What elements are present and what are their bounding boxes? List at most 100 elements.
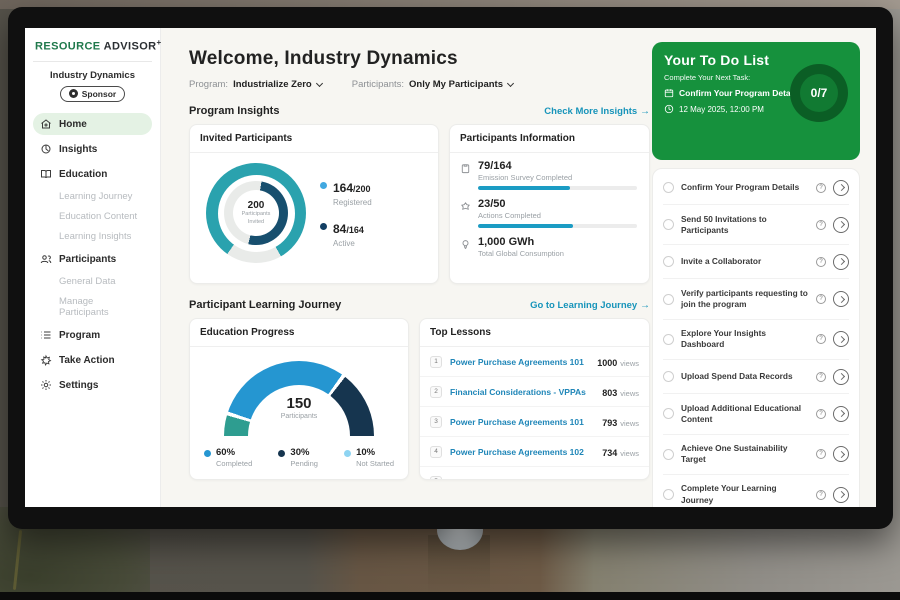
task-checkbox[interactable] (663, 294, 674, 305)
active-denominator: /164 (346, 225, 364, 235)
help-icon[interactable]: ? (816, 220, 826, 230)
task-checkbox[interactable] (663, 182, 674, 193)
sidebar-item-insights[interactable]: Insights (33, 138, 152, 160)
program-dropdown[interactable]: Program: Industrialize Zero (189, 79, 322, 90)
task-go-button[interactable] (833, 487, 849, 503)
task-checkbox[interactable] (663, 219, 674, 230)
task-checkbox[interactable] (663, 371, 674, 382)
lesson-link[interactable]: Power Purchase Agreements 101 (450, 357, 589, 367)
donut-center-label: Participants Invited (233, 211, 279, 225)
legend-active: 84/164 Active (320, 220, 372, 248)
education-progress-card: Education Progress 150 Participants 60% (189, 318, 409, 480)
logo-resource: RESOURCE (35, 41, 101, 53)
top-lessons-card: Top Lessons 1 Power Purchase Agreements … (419, 318, 650, 480)
stat-label: Actions Completed (478, 211, 637, 220)
todo-tasks-card: Confirm Your Program Details ? Send 50 I… (652, 168, 860, 507)
task-go-button[interactable] (833, 369, 849, 385)
sidebar-item-learning-insights[interactable]: Learning Insights (33, 227, 152, 247)
task-row: Complete Your Learning Journey ? (663, 475, 849, 507)
views-count: 600 (602, 478, 617, 481)
gauge-center-label: Participants (224, 413, 374, 420)
views-suffix: views (620, 389, 639, 398)
sidebar-item-general-data[interactable]: General Data (33, 272, 152, 292)
task-checkbox[interactable] (663, 334, 674, 345)
sidebar-item-manage-participants[interactable]: Manage Participants (33, 292, 152, 323)
lesson-link[interactable]: Power Purchase Agreements 102 (450, 447, 594, 457)
stat-label: Emission Survey Completed (478, 173, 637, 182)
views-count: 803 (602, 388, 617, 398)
task-go-button[interactable] (833, 446, 849, 462)
registered-value: 164 (333, 181, 353, 195)
sidebar-item-education-content[interactable]: Education Content (33, 207, 152, 227)
sidebar-item-education[interactable]: Education (33, 163, 152, 185)
invited-chart-body: 200 Participants Invited 164/200 Registe (190, 153, 438, 263)
program-insights-header: Program Insights Check More Insights (189, 105, 650, 117)
completed-pct: 60% (216, 447, 252, 458)
calendar-icon (664, 88, 674, 98)
rank-badge: 2 (430, 386, 442, 398)
insights-icon (40, 143, 52, 155)
task-row: Upload Additional Educational Content ? (663, 394, 849, 434)
actions-completed-stat: 23/50 Actions Completed (460, 198, 637, 228)
go-to-learning-journey-link[interactable]: Go to Learning Journey (530, 300, 650, 311)
main-content: Welcome, Industry Dynamics Program: Indu… (165, 28, 652, 507)
lesson-link[interactable]: Power Purchase Agreements 103 (450, 477, 594, 481)
sidebar-item-take-action[interactable]: Take Action (33, 349, 152, 371)
help-icon[interactable]: ? (816, 294, 826, 304)
task-go-button[interactable] (833, 180, 849, 196)
sponsor-label: Sponsor (82, 89, 116, 99)
task-checkbox[interactable] (663, 408, 674, 419)
task-label: Upload Additional Educational Content (681, 403, 809, 425)
help-icon[interactable]: ? (816, 449, 826, 459)
legend-pending: 30% Pending (278, 447, 318, 468)
chevron-down-icon (507, 79, 514, 86)
background-bottom-strip (0, 592, 900, 600)
participants-dropdown[interactable]: Participants: Only My Participants (352, 79, 513, 90)
help-icon[interactable]: ? (816, 372, 826, 382)
sidebar-item-learning-journey[interactable]: Learning Journey (33, 187, 152, 207)
help-icon[interactable]: ? (816, 490, 826, 500)
sidebar-item-label: Take Action (59, 355, 115, 366)
survey-icon (460, 163, 471, 174)
invited-participants-card: Invited Participants 200 Participants In… (189, 124, 439, 284)
registered-denominator: /200 (353, 184, 371, 194)
help-icon[interactable]: ? (816, 409, 826, 419)
clock-icon (664, 104, 674, 114)
check-more-insights-link[interactable]: Check More Insights (544, 106, 650, 117)
sponsor-badge: Sponsor (60, 86, 125, 102)
help-icon[interactable]: ? (816, 257, 826, 267)
divider (33, 61, 152, 62)
task-checkbox[interactable] (663, 489, 674, 500)
sidebar-nav: Home Insights Education Learning Journey… (33, 112, 152, 398)
participants-label: Participants: (352, 79, 404, 90)
task-go-button[interactable] (833, 217, 849, 233)
task-checkbox[interactable] (663, 449, 674, 460)
sidebar-item-settings[interactable]: Settings (33, 374, 152, 396)
task-go-button[interactable] (833, 254, 849, 270)
sidebar-item-participants[interactable]: Participants (33, 248, 152, 270)
help-icon[interactable]: ? (816, 334, 826, 344)
task-checkbox[interactable] (663, 256, 674, 267)
todo-summary-card: Your To Do List Complete Your Next Task:… (652, 42, 860, 160)
home-icon (40, 118, 52, 130)
app-logo: RESOURCE ADVISOR+ (33, 38, 152, 53)
lessons-list: 1 Power Purchase Agreements 101 1000view… (420, 347, 649, 480)
task-row: Explore Your Insights Dashboard ? (663, 320, 849, 360)
sidebar-item-label: Insights (59, 144, 97, 155)
todo-column: Your To Do List Complete Your Next Task:… (652, 42, 860, 507)
task-go-button[interactable] (833, 331, 849, 347)
sidebar-item-program[interactable]: Program (33, 324, 152, 346)
section-title: Program Insights (189, 105, 279, 117)
active-dot (320, 223, 327, 230)
lesson-link[interactable]: Power Purchase Agreements 101 (450, 417, 594, 427)
emission-progress-bar (478, 186, 637, 190)
task-label: Send 50 Invitations to Participants (681, 214, 809, 236)
task-row: Upload Spend Data Records ? (663, 360, 849, 394)
help-icon[interactable]: ? (816, 183, 826, 193)
bulb-icon (460, 239, 471, 250)
lesson-link[interactable]: Financial Considerations - VPPAs (450, 387, 594, 397)
task-go-button[interactable] (833, 406, 849, 422)
task-go-button[interactable] (833, 291, 849, 307)
stat-value: 23/50 (478, 198, 637, 210)
sidebar-item-home[interactable]: Home (33, 113, 152, 135)
